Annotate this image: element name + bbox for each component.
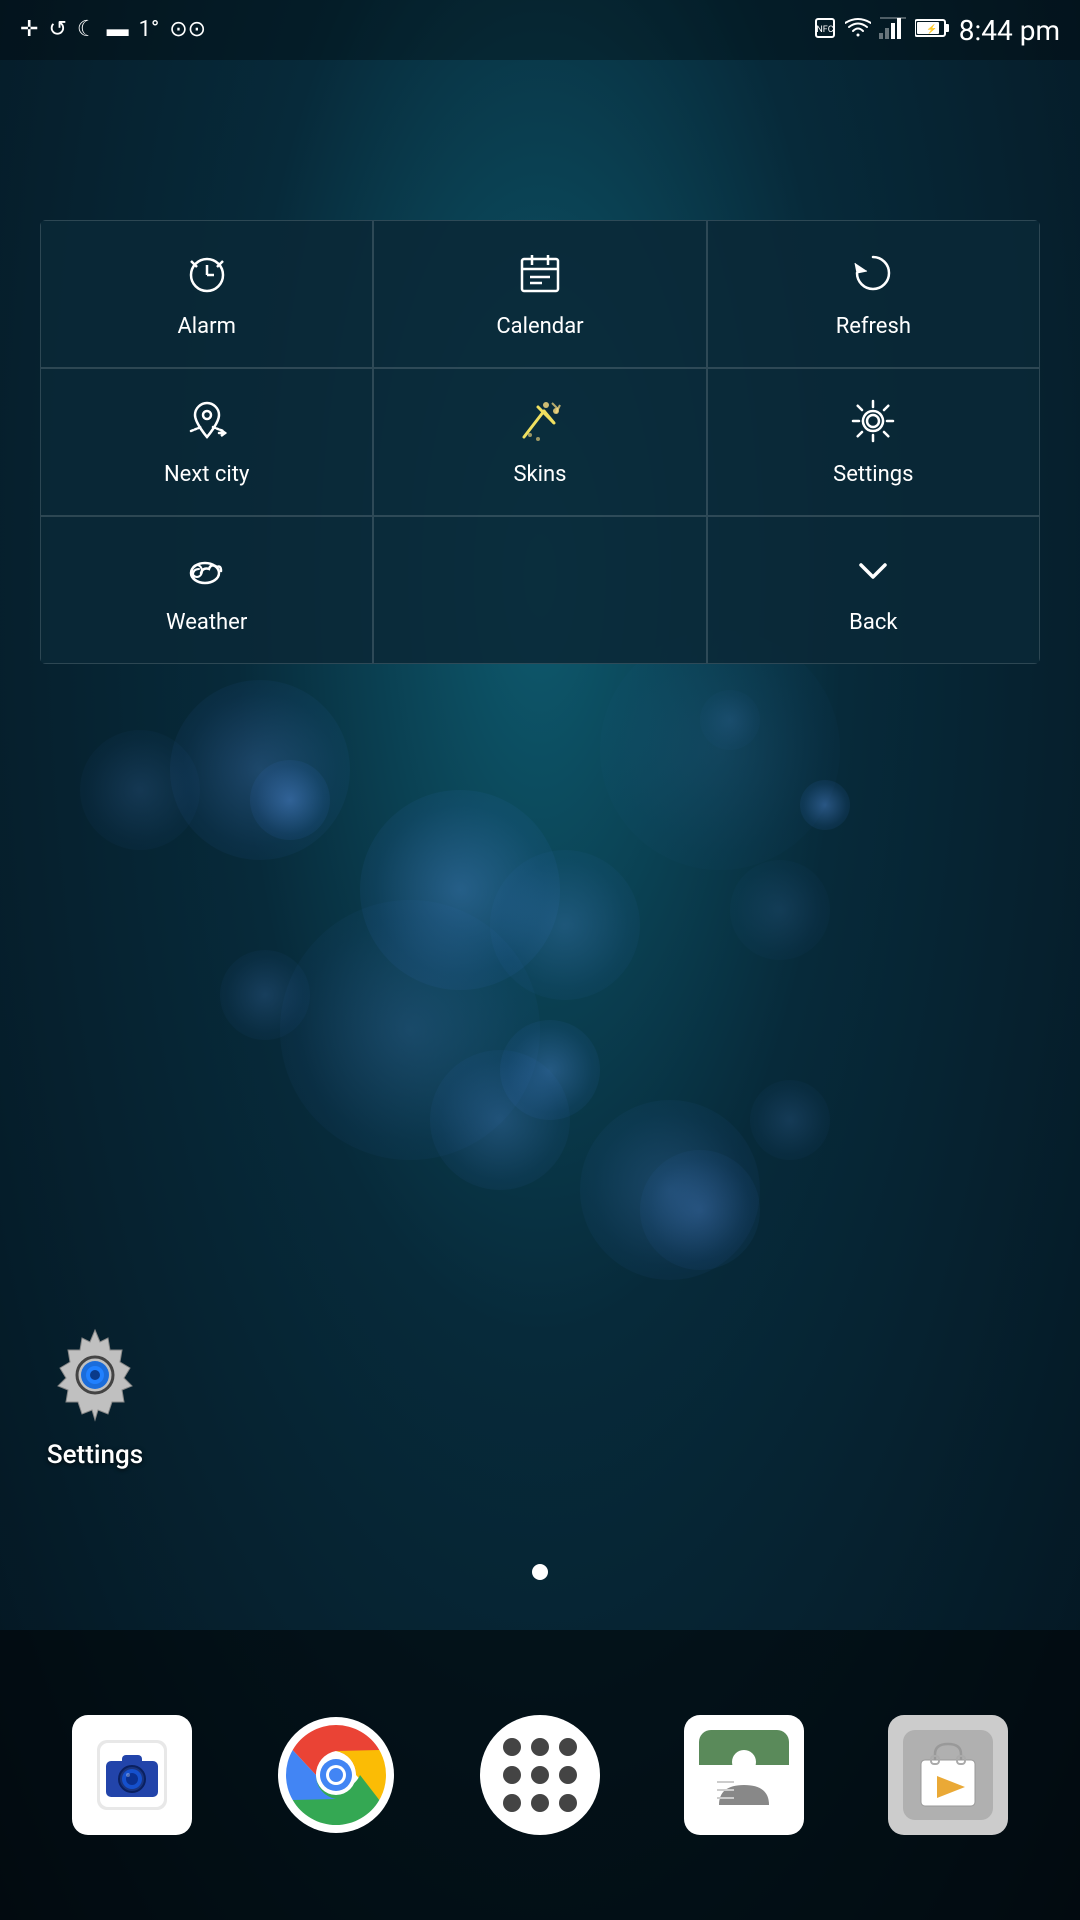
next-city-label: Next city [164, 462, 249, 487]
weather-icon [183, 545, 231, 600]
context-menu: Alarm Calendar [40, 220, 1040, 664]
back-icon [849, 545, 897, 600]
alarm-label: Alarm [177, 314, 235, 339]
battery-icon: ⚡ [915, 18, 951, 43]
weather-label: Weather [166, 610, 247, 635]
back-menu-item[interactable]: Back [707, 516, 1040, 664]
signal-icon [879, 17, 907, 44]
settings-menu-item[interactable]: Settings [707, 368, 1040, 516]
menu-grid: Alarm Calendar [40, 220, 1040, 664]
status-icons-left: ✛ ↺ ☾ ▬ 1° ⊙⊙ [20, 19, 206, 41]
status-time: 8:44 pm [959, 14, 1060, 47]
page-indicator [532, 1564, 548, 1580]
camera-icon [72, 1715, 192, 1835]
skins-icon [516, 397, 564, 452]
svg-text:NFC: NFC [816, 25, 833, 35]
settings-icon [849, 397, 897, 452]
screenshot-icon: ▬ [107, 19, 129, 41]
add-icon: ✛ [20, 19, 38, 41]
sync-icon: ↺ [48, 19, 66, 41]
wifi-icon [845, 17, 871, 44]
camera-dock-item[interactable] [67, 1710, 197, 1840]
refresh-icon [849, 249, 897, 304]
refresh-label: Refresh [836, 314, 911, 339]
appdrawer-dots [503, 1738, 577, 1812]
settings-label: Settings [833, 462, 913, 487]
status-icons-right: NFC ⚡ [813, 14, 1060, 47]
skins-menu-item[interactable]: Skins [373, 368, 706, 516]
desktop-settings-app[interactable]: Settings [40, 1320, 150, 1470]
refresh-menu-item[interactable]: Refresh [707, 220, 1040, 368]
calendar-menu-item[interactable]: Calendar [373, 220, 706, 368]
chrome-dock-item[interactable] [271, 1710, 401, 1840]
calendar-label: Calendar [496, 314, 583, 339]
weather-widget-icon: ⊙⊙ [169, 19, 206, 41]
skins-label: Skins [513, 462, 566, 487]
contacts-dock-item[interactable] [679, 1710, 809, 1840]
settings-app-icon [40, 1320, 150, 1430]
dock [0, 1630, 1080, 1920]
back-label: Back [849, 610, 897, 635]
alarm-icon [183, 249, 231, 304]
playstore-icon [888, 1715, 1008, 1835]
calendar-icon [516, 249, 564, 304]
contacts-icon [684, 1715, 804, 1835]
appdrawer-icon [480, 1715, 600, 1835]
moon-icon: ☾ [77, 19, 97, 41]
temp-icon: 1° [139, 19, 160, 41]
next-city-icon [183, 397, 231, 452]
status-bar: ✛ ↺ ☾ ▬ 1° ⊙⊙ NFC [0, 0, 1080, 60]
empty-cell [373, 516, 706, 664]
svg-text:⚡: ⚡ [926, 23, 937, 35]
nfc-icon: NFC [813, 16, 837, 45]
settings-app-label: Settings [47, 1440, 143, 1470]
appdrawer-dock-item[interactable] [475, 1710, 605, 1840]
alarm-menu-item[interactable]: Alarm [40, 220, 373, 368]
weather-menu-item[interactable]: Weather [40, 516, 373, 664]
next-city-menu-item[interactable]: Next city [40, 368, 373, 516]
playstore-dock-item[interactable] [883, 1710, 1013, 1840]
